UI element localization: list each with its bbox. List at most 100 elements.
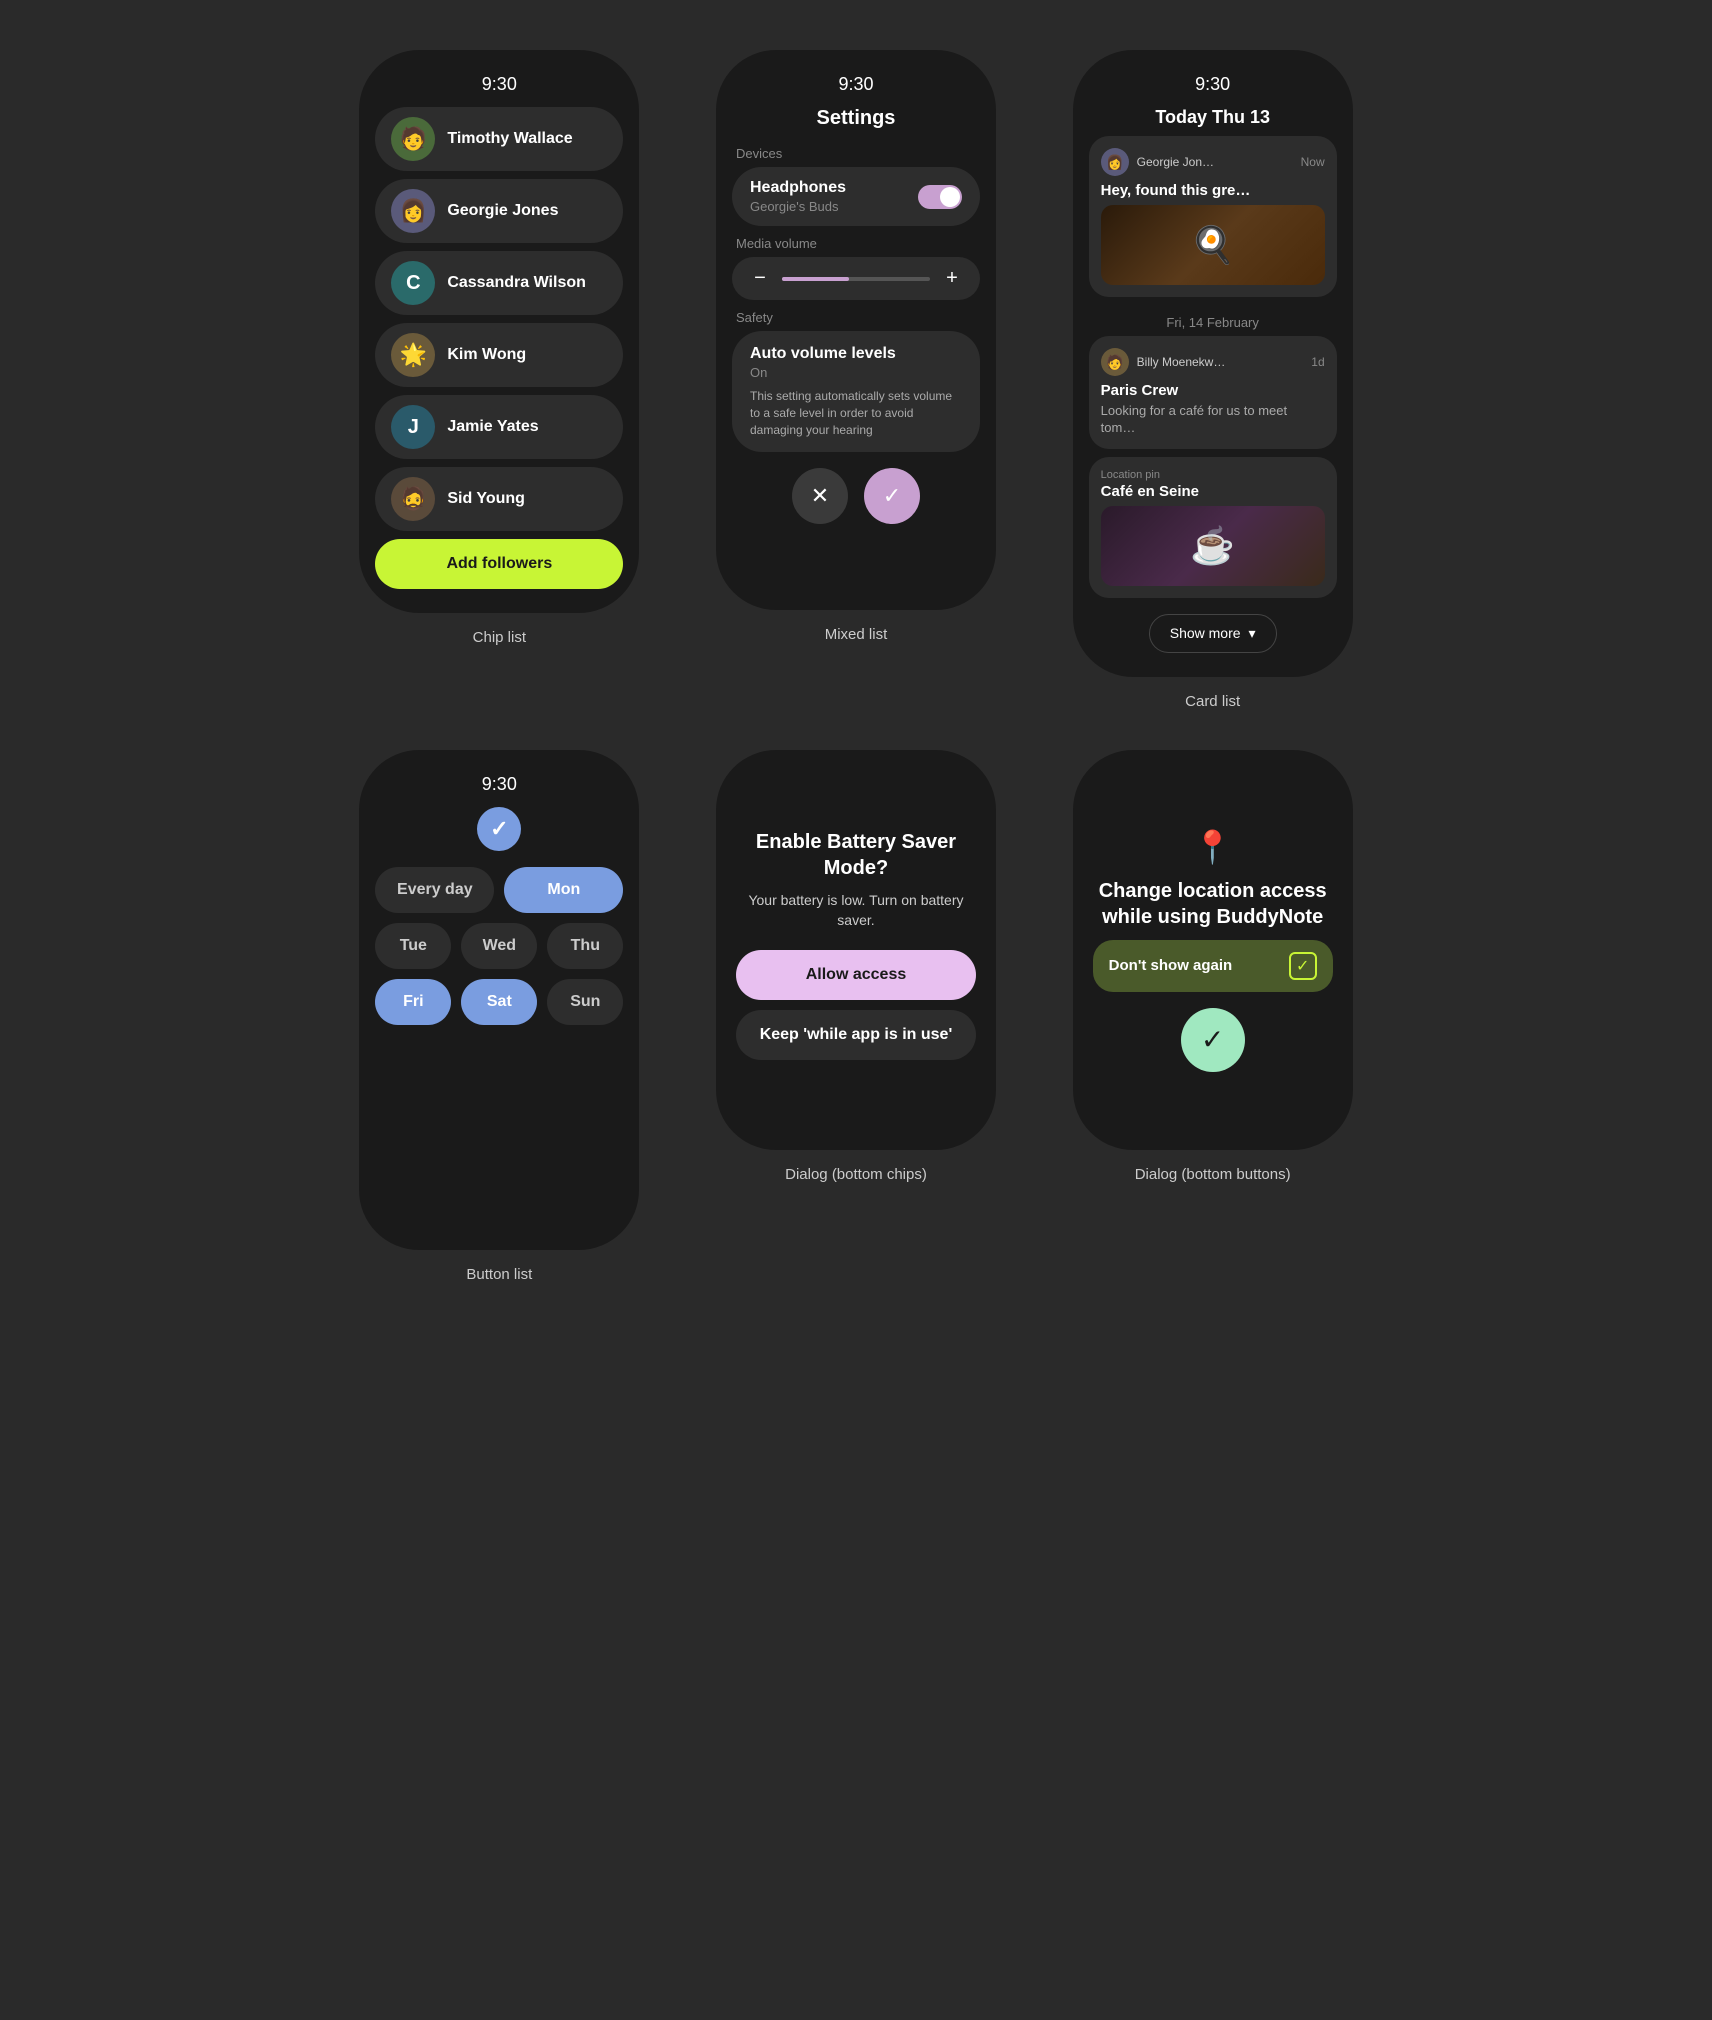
avatar-timothy: 🧑 — [391, 117, 435, 161]
day-sat-button[interactable]: Sat — [461, 979, 537, 1025]
location-pin-label: Location pin — [1101, 469, 1325, 481]
card-sender-billy: Billy Moenekw… — [1137, 355, 1304, 369]
dialog-chips-title: Enable Battery Saver Mode? — [736, 829, 976, 881]
name-jamie: Jamie Yates — [447, 418, 538, 436]
show-more-label: Show more — [1170, 625, 1241, 641]
chip-list-device: 9:30 🧑 Timothy Wallace 👩 Georgie Jones C… — [359, 50, 639, 613]
chevron-down-icon: ▾ — [1249, 625, 1256, 642]
main-container: 9:30 🧑 Timothy Wallace 👩 Georgie Jones C… — [306, 20, 1406, 1313]
card-time-billy: 1d — [1311, 355, 1324, 369]
chip-list-wrapper: 9:30 🧑 Timothy Wallace 👩 Georgie Jones C… — [336, 50, 663, 710]
time-mixed: 9:30 — [838, 74, 873, 95]
chip-timothy[interactable]: 🧑 Timothy Wallace — [375, 107, 623, 171]
confirm-circle-button[interactable]: ✓ — [1181, 1008, 1245, 1072]
button-list-label: Button list — [466, 1266, 532, 1283]
day-everyday-button[interactable]: Every day — [375, 867, 494, 913]
confirm-button[interactable]: ✓ — [864, 468, 920, 524]
add-followers-button[interactable]: Add followers — [375, 539, 623, 589]
card-list: 👩 Georgie Jon… Now Hey, found this gre… … — [1089, 136, 1337, 606]
chip-jamie[interactable]: J Jamie Yates — [375, 395, 623, 459]
dialog-chips-wrapper: Enable Battery Saver Mode? Your battery … — [693, 750, 1020, 1283]
day-thu-button[interactable]: Thu — [547, 923, 623, 969]
toggle-knob — [940, 187, 960, 207]
dialog-buttons-title: Change location access while using Buddy… — [1093, 878, 1333, 930]
dialog-chips-label: Dialog (bottom chips) — [785, 1166, 927, 1183]
avatar-initial-jamie: J — [408, 416, 419, 439]
card-body-billy: Looking for a café for us to meet tom… — [1101, 403, 1325, 437]
chip-kim[interactable]: 🌟 Kim Wong — [375, 323, 623, 387]
cancel-button[interactable]: ✕ — [792, 468, 848, 524]
day-wed-button[interactable]: Wed — [461, 923, 537, 969]
mixed-list-wrapper: 9:30 Settings Devices Headphones Georgie… — [693, 50, 1020, 710]
dont-show-row[interactable]: Don't show again ✓ — [1093, 940, 1333, 992]
days-row: Tue Wed Thu Fri Sat Sun — [375, 923, 623, 1025]
checkmark-icon: ✓ — [490, 816, 508, 842]
card-list-wrapper: 9:30 Today Thu 13 👩 Georgie Jon… Now Hey… — [1049, 50, 1376, 710]
avatar-cassandra: C — [391, 261, 435, 305]
check-header: ✓ — [477, 807, 521, 851]
time-chip: 9:30 — [482, 74, 517, 95]
card-avatar-billy: 🧑 — [1101, 348, 1129, 376]
chip-georgie[interactable]: 👩 Georgie Jones — [375, 179, 623, 243]
chip-sid[interactable]: 🧔 Sid Young — [375, 467, 623, 531]
dialog-chips-body: Your battery is low. Turn on battery sav… — [736, 891, 976, 930]
time-card: 9:30 — [1195, 74, 1230, 95]
card-image-cafe: ☕ — [1101, 506, 1325, 586]
day-sun-button[interactable]: Sun — [547, 979, 623, 1025]
auto-volume-status: On — [750, 365, 962, 380]
headphones-item: Headphones Georgie's Buds — [732, 167, 980, 226]
button-list-wrapper: 9:30 ✓ Every day Mon Tue Wed Thu Fri Sat… — [336, 750, 663, 1283]
mixed-list-label: Mixed list — [825, 626, 888, 643]
name-timothy: Timothy Wallace — [447, 130, 572, 148]
name-georgie: Georgie Jones — [447, 202, 558, 220]
button-list-device: 9:30 ✓ Every day Mon Tue Wed Thu Fri Sat… — [359, 750, 639, 1250]
name-sid: Sid Young — [447, 490, 525, 508]
avatar-georgie: 👩 — [391, 189, 435, 233]
location-pin-icon: 📍 — [1193, 828, 1233, 866]
settings-dialog-buttons: ✕ ✓ — [732, 468, 980, 524]
avatar-initial-cassandra: C — [406, 272, 420, 295]
volume-decrease-button[interactable]: − — [746, 267, 774, 290]
name-kim: Kim Wong — [447, 346, 526, 364]
dialog-buttons-wrapper: 📍 Change location access while using Bud… — [1049, 750, 1376, 1283]
location-name: Café en Seine — [1101, 483, 1325, 500]
card-billy[interactable]: 🧑 Billy Moenekw… 1d Paris Crew Looking f… — [1089, 336, 1337, 449]
allow-access-button[interactable]: Allow access — [736, 950, 976, 1000]
card-sender-georgie: Georgie Jon… — [1137, 155, 1293, 169]
auto-volume-desc: This setting automatically sets volume t… — [750, 388, 962, 438]
card-georgie[interactable]: 👩 Georgie Jon… Now Hey, found this gre… … — [1089, 136, 1337, 297]
today-header: Today Thu 13 — [1155, 107, 1270, 128]
auto-volume-name: Auto volume levels — [750, 345, 962, 363]
dialog-buttons-device: 📍 Change location access while using Bud… — [1073, 750, 1353, 1150]
settings-title: Settings — [817, 107, 896, 130]
day-fri-button[interactable]: Fri — [375, 979, 451, 1025]
card-avatar-georgie: 👩 — [1101, 148, 1129, 176]
headphones-sub: Georgie's Buds — [750, 199, 846, 214]
day-tue-button[interactable]: Tue — [375, 923, 451, 969]
day-mon-button[interactable]: Mon — [504, 867, 623, 913]
chip-cassandra[interactable]: C Cassandra Wilson — [375, 251, 623, 315]
headphones-toggle[interactable] — [918, 185, 962, 209]
safety-label: Safety — [732, 310, 980, 325]
date-separator: Fri, 14 February — [1089, 315, 1337, 330]
volume-fill — [782, 277, 849, 281]
avatar-jamie: J — [391, 405, 435, 449]
dont-show-checkbox[interactable]: ✓ — [1289, 952, 1317, 980]
avatar-kim: 🌟 — [391, 333, 435, 377]
card-image-food: 🍳 — [1101, 205, 1325, 285]
keep-while-in-use-button[interactable]: Keep 'while app is in use' — [736, 1010, 976, 1060]
card-location[interactable]: Location pin Café en Seine ☕ — [1089, 457, 1337, 598]
avatar-sid: 🧔 — [391, 477, 435, 521]
volume-section: − + — [732, 257, 980, 300]
dialog-chips-device: Enable Battery Saver Mode? Your battery … — [716, 750, 996, 1150]
chip-list-label: Chip list — [473, 629, 526, 646]
volume-slider[interactable] — [782, 277, 930, 281]
chip-list: 🧑 Timothy Wallace 👩 Georgie Jones C Cass… — [375, 107, 623, 531]
auto-volume-item: Auto volume levels On This setting autom… — [732, 331, 980, 452]
show-more-button[interactable]: Show more ▾ — [1149, 614, 1277, 653]
volume-increase-button[interactable]: + — [938, 267, 966, 290]
devices-label: Devices — [732, 146, 980, 161]
card-time-georgie: Now — [1301, 155, 1325, 169]
card-title-billy: Paris Crew — [1101, 382, 1325, 399]
card-list-device: 9:30 Today Thu 13 👩 Georgie Jon… Now Hey… — [1073, 50, 1353, 677]
